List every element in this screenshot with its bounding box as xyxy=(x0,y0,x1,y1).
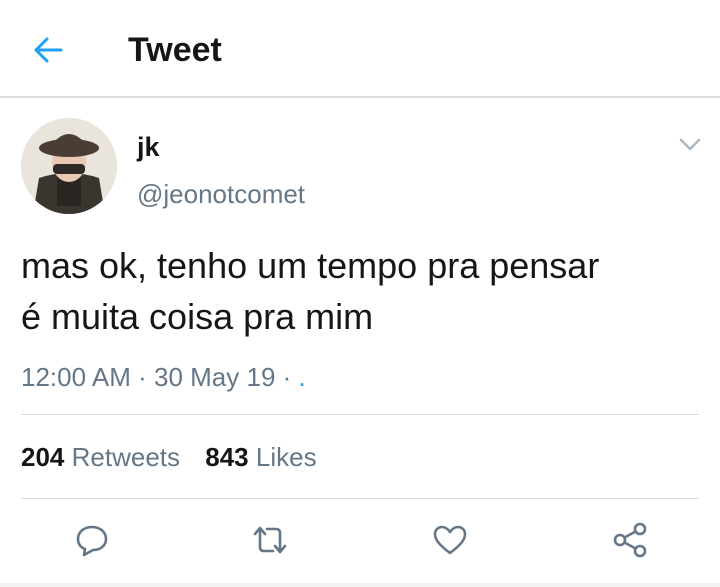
header-bar: Tweet xyxy=(0,0,720,98)
tweet-metadata: 12:00 AM · 30 May 19 · . xyxy=(21,360,306,394)
share-icon xyxy=(613,522,647,558)
display-name[interactable]: jk xyxy=(137,131,160,163)
chevron-down-icon xyxy=(679,138,701,151)
tweet-text-line: é muita coisa pra mim xyxy=(21,296,374,337)
user-handle[interactable]: @jeonotcomet xyxy=(137,178,305,210)
retweets-count: 204 xyxy=(21,442,65,472)
more-options-button[interactable] xyxy=(672,130,708,160)
tweet-time: 12:00 AM xyxy=(21,362,131,392)
reply-button[interactable] xyxy=(70,518,114,562)
divider xyxy=(21,498,699,499)
avatar[interactable] xyxy=(21,118,117,214)
profile-photo xyxy=(21,118,117,214)
meta-separator: · xyxy=(282,362,292,392)
engagement-stats: 204 Retweets 843 Likes xyxy=(21,440,335,474)
like-button[interactable] xyxy=(428,518,472,562)
heart-icon xyxy=(433,525,467,555)
meta-separator: · xyxy=(138,362,147,392)
arrow-left-icon xyxy=(34,37,63,63)
tweet-date: 30 May 19 xyxy=(154,362,276,392)
bottom-divider xyxy=(0,583,720,587)
likes-count: 843 xyxy=(205,442,249,472)
tweet-text: mas ok, tenho um tempo pra pensar é muit… xyxy=(21,240,711,342)
retweet-icon xyxy=(253,526,287,554)
page-title: Tweet xyxy=(128,31,222,69)
source-link[interactable]: . xyxy=(299,362,306,392)
likes-stat[interactable]: 843 Likes xyxy=(205,440,316,474)
likes-label: Likes xyxy=(255,442,317,472)
divider xyxy=(21,414,699,415)
reply-icon xyxy=(76,525,108,557)
retweets-stat[interactable]: 204 Retweets xyxy=(21,440,180,474)
back-button[interactable] xyxy=(26,28,70,72)
share-button[interactable] xyxy=(608,518,652,562)
retweets-label: Retweets xyxy=(71,442,181,472)
retweet-button[interactable] xyxy=(248,518,292,562)
tweet-text-line: mas ok, tenho um tempo pra pensar xyxy=(21,245,600,286)
